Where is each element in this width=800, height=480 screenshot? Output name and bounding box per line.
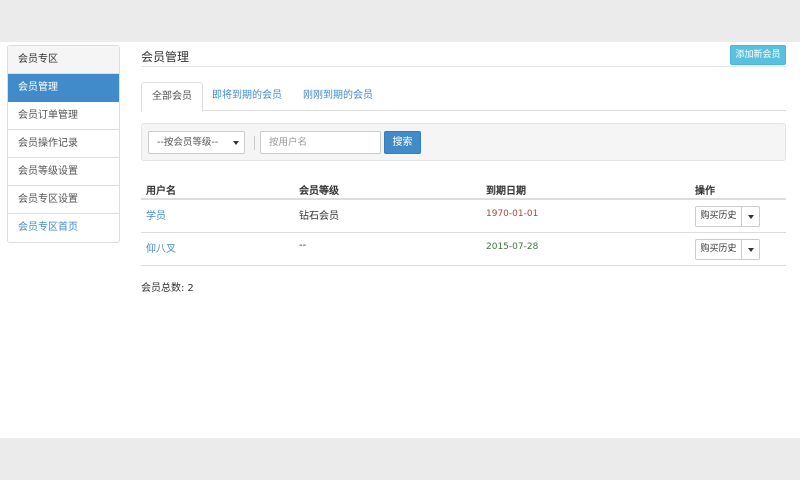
table-header: 用户名 会员等级 到期日期 操作 bbox=[141, 176, 786, 200]
username-link[interactable]: 仰八叉 bbox=[146, 240, 176, 255]
purchase-history-button[interactable]: 购买历史 bbox=[695, 206, 742, 227]
filter-bar: --按会员等级-- 搜索 bbox=[141, 123, 786, 161]
member-level: 钻石会员 bbox=[299, 211, 339, 222]
sidebar-item-zone-home[interactable]: 会员专区首页 bbox=[8, 214, 119, 242]
column-header-username: 用户名 bbox=[146, 186, 176, 197]
member-total-value: 2 bbox=[187, 283, 194, 294]
member-total: 会员总数: 2 bbox=[141, 279, 197, 294]
add-member-button[interactable]: 添加新会员 bbox=[730, 45, 786, 65]
tab-all-members[interactable]: 全部会员 bbox=[141, 82, 203, 112]
expiry-date: 2015-07-28 bbox=[486, 242, 539, 252]
sidebar-item-member-management[interactable]: 会员管理 bbox=[8, 74, 119, 102]
tab-expiring-soon[interactable]: 即将到期的会员 bbox=[202, 82, 292, 111]
members-table: 用户名 会员等级 到期日期 操作 学员 钻石会员 1970-01-01 购买历史… bbox=[141, 176, 786, 266]
username-search-input[interactable] bbox=[260, 131, 381, 154]
column-header-expiry: 到期日期 bbox=[486, 186, 526, 197]
action-dropdown-toggle[interactable] bbox=[742, 239, 760, 260]
member-level-select[interactable]: --按会员等级-- bbox=[148, 131, 245, 154]
expiry-date: 1970-01-01 bbox=[486, 209, 539, 219]
action-button-group: 购买历史 bbox=[695, 239, 760, 260]
purchase-history-button[interactable]: 购买历史 bbox=[695, 239, 742, 260]
sidebar-item-zone-settings[interactable]: 会员专区设置 bbox=[8, 186, 119, 214]
action-dropdown-toggle[interactable] bbox=[742, 206, 760, 227]
search-button[interactable]: 搜索 bbox=[384, 131, 421, 154]
page-title: 会员管理 bbox=[141, 50, 190, 64]
table-row: 学员 钻石会员 1970-01-01 购买历史 bbox=[141, 200, 786, 233]
sidebar-item-level-settings[interactable]: 会员等级设置 bbox=[8, 158, 119, 186]
sidebar-item-member-orders[interactable]: 会员订单管理 bbox=[8, 102, 119, 130]
member-level-select-value: --按会员等级-- bbox=[157, 137, 219, 148]
member-total-label: 会员总数: bbox=[141, 283, 185, 294]
title-bar: 会员管理 添加新会员 bbox=[141, 42, 786, 67]
page: 会员专区 会员管理 会员订单管理 会员操作记录 会员等级设置 会员专区设置 会员… bbox=[0, 42, 800, 438]
tab-just-expired[interactable]: 刚刚到期的会员 bbox=[293, 82, 383, 111]
column-header-actions: 操作 bbox=[695, 186, 715, 197]
username-link[interactable]: 学员 bbox=[146, 207, 166, 222]
divider bbox=[254, 136, 255, 150]
caret-down-icon bbox=[233, 141, 239, 145]
main-content: 会员管理 添加新会员 全部会员 即将到期的会员 刚刚到期的会员 --按会员等级-… bbox=[141, 42, 786, 438]
caret-down-icon bbox=[748, 215, 754, 219]
sidebar-item-member-logs[interactable]: 会员操作记录 bbox=[8, 130, 119, 158]
sidebar: 会员专区 会员管理 会员订单管理 会员操作记录 会员等级设置 会员专区设置 会员… bbox=[7, 45, 120, 243]
action-button-group: 购买历史 bbox=[695, 206, 760, 227]
column-header-level: 会员等级 bbox=[299, 186, 339, 197]
sidebar-header: 会员专区 bbox=[8, 46, 119, 74]
caret-down-icon bbox=[748, 248, 754, 252]
member-level: -- bbox=[299, 240, 307, 251]
table-row: 仰八叉 -- 2015-07-28 购买历史 bbox=[141, 233, 786, 266]
tab-bar: 全部会员 即将到期的会员 刚刚到期的会员 bbox=[141, 82, 786, 112]
